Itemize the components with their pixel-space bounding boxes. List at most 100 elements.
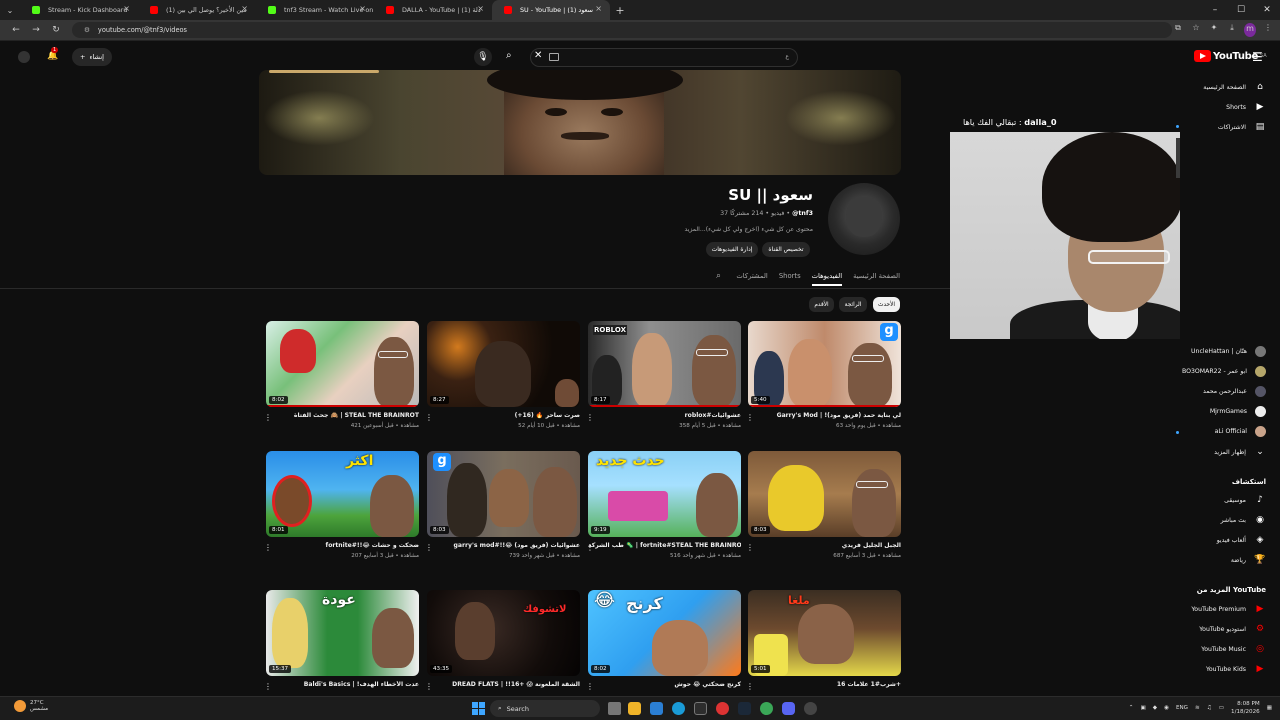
video-title[interactable]: DREAD FLATS | !!16+ 😱 الشقة الملعونة — [427, 681, 580, 690]
keyboard-icon[interactable] — [549, 53, 559, 61]
close-icon[interactable]: × — [359, 4, 366, 13]
back-icon[interactable]: ← — [8, 25, 24, 35]
video-card[interactable]: g 5:40 Garry's Mod | !(فريق مود) لي بناي… — [746, 321, 901, 431]
forward-icon[interactable]: → — [28, 25, 44, 35]
video-thumbnail[interactable]: ROBLOX 8:17 — [588, 321, 741, 407]
customize-channel-button[interactable]: تخصيص القناة — [762, 242, 810, 257]
browser-tab[interactable]: DALLA - YouTube | دلة (1) × — [374, 0, 492, 20]
youtube-logo[interactable]: YouTube SA — [1194, 50, 1267, 62]
task-view-icon[interactable] — [608, 702, 621, 715]
app-icon[interactable] — [694, 702, 707, 715]
video-card[interactable]: عودة 15:37 Baldi's Basics | !عدت الأخطاء… — [264, 590, 419, 700]
sidebar-sub-item[interactable]: عبدالرحمن محمد — [1203, 386, 1266, 397]
more-options-icon[interactable]: ⋮ — [264, 543, 272, 552]
tray-app-icon[interactable]: ◆ — [1153, 705, 1157, 711]
cast-icon[interactable]: ⧉ — [1172, 23, 1184, 37]
video-title[interactable]: كرنج ضحكتي 😂 حوش — [588, 681, 741, 690]
video-title[interactable]: Baldi's Basics | !عدت الأخطاء الهدف — [266, 681, 419, 690]
tray-app-icon[interactable]: ▣ — [1140, 705, 1145, 711]
chrome-icon[interactable] — [760, 702, 773, 715]
more-options-icon[interactable]: ⋮ — [746, 413, 754, 422]
video-title[interactable]: الجبل الجليل فريدي — [748, 542, 901, 551]
microphone-icon[interactable]: 🎙 — [474, 48, 492, 66]
channel-search-icon[interactable]: ⌕ — [716, 271, 721, 281]
video-card[interactable]: 8:02 جحث الفتاة 🙈 | STEAL THE BRAINROT 4… — [264, 321, 419, 431]
search-input[interactable]: ع — [530, 48, 798, 67]
video-title[interactable]: roblox#عشوائيات — [588, 412, 741, 421]
store-icon[interactable] — [650, 702, 663, 715]
video-thumbnail[interactable]: ملغا 5:01 — [748, 590, 901, 676]
taskbar-clock[interactable]: 8:08 PM 1/18/2026 — [1231, 700, 1260, 716]
site-info-icon[interactable]: ⚙ — [84, 26, 90, 34]
account-avatar[interactable] — [18, 51, 30, 63]
video-title[interactable]: جحث الفتاة 🙈 | STEAL THE BRAINROT — [266, 412, 419, 421]
wifi-icon[interactable]: ≋ — [1195, 705, 1200, 711]
sidebar-sub-item[interactable]: aLi Official — [1215, 426, 1266, 437]
tray-app-icon[interactable]: ◉ — [1164, 705, 1169, 711]
more-options-icon[interactable]: ⋮ — [586, 413, 594, 422]
edge-icon[interactable] — [672, 702, 685, 715]
video-thumbnail[interactable]: 😂 كرنج 8:02 — [588, 590, 741, 676]
video-card[interactable]: اكثر 8:01 fortnite#!!😂 ضحكت و حشات 207 م… — [264, 451, 419, 561]
video-thumbnail[interactable]: لاتشوفك 43:35 — [427, 590, 580, 676]
browser-tab[interactable]: tnf3 Stream - Watch Live on K × — [256, 0, 374, 20]
video-thumbnail[interactable]: g 8:03 — [427, 451, 580, 537]
chip-latest[interactable]: الأحدث — [873, 297, 900, 312]
more-options-icon[interactable]: ⋮ — [746, 543, 754, 552]
sidebar-item-home[interactable]: الصفحة الرئيسية ⌂ — [1203, 81, 1266, 93]
input-lang[interactable]: ENG — [1176, 705, 1188, 711]
tab-search-icon[interactable]: ⌄ — [0, 6, 20, 15]
video-title[interactable]: صرت ساحر 🔥 (16+) — [427, 412, 580, 421]
downloads-icon[interactable]: ⤓ — [1226, 23, 1238, 37]
file-explorer-icon[interactable] — [628, 702, 641, 715]
steam-icon[interactable] — [738, 702, 751, 715]
close-icon[interactable]: × — [595, 4, 602, 13]
volume-icon[interactable]: ♫ — [1207, 705, 1212, 711]
weather-widget[interactable]: 27°C مشمس — [14, 700, 48, 712]
create-button[interactable]: + إنشاء — [72, 48, 112, 66]
video-thumbnail[interactable]: 8:27 — [427, 321, 580, 407]
more-options-icon[interactable]: ⋮ — [746, 682, 754, 691]
video-thumbnail[interactable]: اكثر 8:01 — [266, 451, 419, 537]
video-title[interactable]: fortnite#!!😂 ضحكت و حشات — [266, 542, 419, 551]
sidebar-item-gaming[interactable]: ألعاب فيديو ◈ — [1217, 534, 1266, 546]
sidebar-item-sports[interactable]: رياضة 🏆 — [1231, 554, 1266, 566]
close-window-icon[interactable]: ✕ — [1254, 0, 1280, 20]
sidebar-sub-item[interactable]: BO3OMAR22 - ابو عمر — [1182, 366, 1266, 377]
sidebar-item-subscriptions[interactable]: الاشتراكات ▤ — [1218, 121, 1266, 133]
video-thumbnail[interactable]: g 5:40 — [748, 321, 901, 407]
sidebar-sub-item[interactable]: UncleHattan | هتّان — [1191, 346, 1266, 357]
maximize-icon[interactable]: ☐ — [1228, 0, 1254, 20]
video-card[interactable]: 8:03 الجبل الجليل فريدي 687 مشاهدة • قبل… — [746, 451, 901, 561]
video-card[interactable]: ملغا 5:01 شرب#1 علامات 16+ ⋮ — [746, 590, 901, 700]
extensions-icon[interactable]: ✦ — [1208, 23, 1220, 37]
tab-videos[interactable]: الفيديوهات — [811, 268, 843, 286]
video-title[interactable]: طب الشركة 🦠 | fortnite#STEAL THE BRAINRO… — [588, 542, 741, 551]
close-icon[interactable]: × — [477, 4, 484, 13]
browser-tab[interactable]: Stream - Kick Dashboard × — [20, 0, 138, 20]
channel-description[interactable]: محتوى عن كل شيء (اخرج ولي كل شيء)...المز… — [685, 226, 813, 233]
new-tab-icon[interactable]: + — [610, 4, 630, 17]
sidebar-item-premium[interactable]: YouTube Premium ▶ — [1191, 603, 1266, 615]
sidebar-item-kids[interactable]: YouTube Kids ▶ — [1206, 663, 1266, 675]
sidebar-item-studio[interactable]: YouTube استوديو ⚙ — [1199, 623, 1266, 635]
more-options-icon[interactable]: ⋮ — [586, 543, 594, 552]
more-options-icon[interactable]: ⋮ — [264, 413, 272, 422]
sidebar-show-more[interactable]: إظهار المزيد ⌄ — [1214, 446, 1266, 458]
video-card[interactable]: g 8:03 garry's mod#!!😂 (فريق مود) عشوائي… — [425, 451, 580, 561]
menu-dots-icon[interactable]: ⋮ — [1262, 23, 1274, 37]
tab-home[interactable]: الصفحة الرئيسية — [853, 268, 900, 286]
more-options-icon[interactable]: ⋮ — [586, 682, 594, 691]
discord-icon[interactable] — [782, 702, 795, 715]
sidebar-item-music[interactable]: موسيقى ♪ — [1224, 494, 1266, 506]
more-options-icon[interactable]: ⋮ — [264, 682, 272, 691]
tab-shorts[interactable]: Shorts — [779, 268, 801, 286]
taskbar-search-input[interactable]: ⌕ Search — [490, 700, 600, 717]
reload-icon[interactable]: ↻ — [48, 25, 64, 35]
browser-tab-active[interactable]: SU - YouTube | سعود (1) × — [492, 0, 610, 20]
video-thumbnail[interactable]: 8:03 — [748, 451, 901, 537]
sidebar-item-shorts[interactable]: Shorts ▶ — [1226, 101, 1266, 113]
search-icon[interactable]: ⌕ — [506, 50, 522, 64]
sidebar-item-music-app[interactable]: YouTube Music ◎ — [1201, 643, 1266, 655]
video-card[interactable]: 8:27 صرت ساحر 🔥 (16+) 52 مشاهدة • قبل 10… — [425, 321, 580, 431]
